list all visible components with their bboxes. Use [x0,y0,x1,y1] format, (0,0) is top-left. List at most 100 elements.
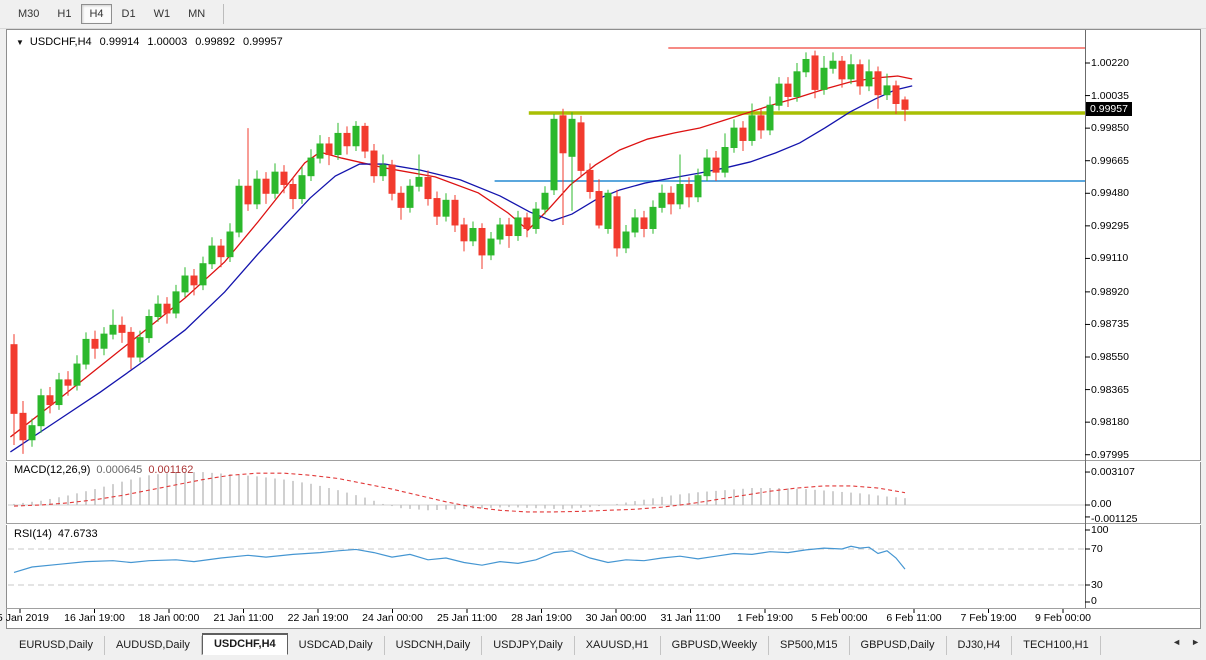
price-axis-label: 0.97995 [1091,449,1129,461]
candle-body [353,126,359,145]
candle-body [272,172,278,193]
main-chart-canvas[interactable] [0,0,1206,660]
candle-body [893,86,899,104]
candle-body [857,65,863,86]
app-window: { "toolbar": {"timeframes": ["M30","H1",… [0,0,1206,660]
time-axis-label: 21 Jan 11:00 [204,612,284,624]
candle-body [623,232,629,248]
candle-body [263,179,269,193]
candle-body [344,133,350,145]
macd-name: MACD(12,26,9) [14,464,90,476]
candle-body [137,338,143,357]
candle-body [110,325,116,334]
candle-body [362,126,368,151]
time-axis-label: 28 Jan 19:00 [502,612,582,624]
candle-body [200,264,206,285]
chart-background [7,30,1200,608]
candle-body [236,186,242,232]
candle-body [65,380,71,385]
macd-axis-label: 0.003107 [1091,466,1135,478]
candle-body [506,225,512,236]
candle-body [299,176,305,199]
candle-body [218,246,224,257]
candle-body [335,133,341,154]
price-axis-label: 0.99665 [1091,155,1129,167]
ohlc-close: 0.99957 [243,36,283,48]
ohlc-high: 1.00003 [147,36,187,48]
time-axis-label: 5 Feb 00:00 [800,612,880,624]
time-axis-label: 25 Jan 11:00 [427,612,507,624]
candle-body [902,100,908,109]
candle-body [767,105,773,130]
price-axis-label: 0.98550 [1091,351,1129,363]
candle-body [848,65,854,79]
candle-body [56,380,62,405]
candle-body [659,193,665,207]
price-axis-label: 0.98180 [1091,416,1129,428]
time-axis-label: 30 Jan 00:00 [576,612,656,624]
rsi-axis-label: 70 [1091,543,1103,555]
candle-body [524,218,530,229]
price-axis-label: 1.00220 [1091,57,1129,69]
candle-body [785,84,791,96]
candle-body [812,56,818,89]
candle-body [92,339,98,348]
rsi-indicator-label: RSI(14) 47.6733 [14,528,98,540]
tab-scroll-right-icon[interactable]: ► [1191,637,1200,647]
time-axis-label: 9 Feb 00:00 [1023,612,1103,624]
chart-symbol-info: ▼ USDCHF,H4 0.99914 1.00003 0.99892 0.99… [16,36,283,48]
rsi-axis-label: 30 [1091,579,1103,591]
time-axis-label: 18 Jan 00:00 [129,612,209,624]
candle-body [884,86,890,95]
tab-scroll-controls: ◄ ► [1172,637,1200,647]
chart-tab-usdchf-h4[interactable]: USDCHF,H4 [202,634,288,655]
rsi-value: 47.6733 [58,528,98,540]
candle-body [713,158,719,172]
price-axis-label: 0.98920 [1091,286,1129,298]
candle-body [686,184,692,196]
candle-body [317,144,323,158]
candle-body [425,177,431,198]
time-axis-label: 22 Jan 19:00 [278,612,358,624]
candle-body [38,396,44,426]
candle-body [479,228,485,254]
symbol-dropdown-icon[interactable]: ▼ [16,38,24,47]
candle-body [776,84,782,105]
candle-body [704,158,710,176]
candle-body [551,119,557,189]
candle-body [371,151,377,176]
candle-body [434,199,440,217]
price-axis-label: 0.99480 [1091,187,1129,199]
candle-body [596,192,602,225]
candle-body [461,225,467,241]
candle-body [209,246,215,264]
candle-body [101,334,107,348]
tab-scroll-left-icon[interactable]: ◄ [1172,637,1181,647]
candle-body [497,225,503,239]
candle-body [128,332,134,357]
macd-axis-label: 0.00 [1091,498,1111,510]
price-axis-label: 0.98365 [1091,384,1129,396]
chart-symbol: USDCHF,H4 [30,36,92,48]
candle-body [650,207,656,228]
candle-body [281,172,287,184]
candle-body [407,186,413,207]
candle-body [245,186,251,204]
candle-body [677,184,683,203]
candle-body [695,176,701,197]
time-axis-label: 24 Jan 00:00 [353,612,433,624]
candle-body [326,144,332,155]
candle-body [587,170,593,191]
candle-body [290,184,296,198]
candle-body [47,396,53,405]
macd-main-value: 0.000645 [96,464,142,476]
candle-body [164,304,170,313]
candle-body [839,61,845,79]
candle-body [830,61,836,68]
candle-body [875,72,881,95]
macd-signal-value: 0.001162 [148,464,193,476]
candle-body [605,193,611,228]
candle-body [749,116,755,141]
time-axis-label: 1 Feb 19:00 [725,612,805,624]
candle-body [416,177,422,186]
